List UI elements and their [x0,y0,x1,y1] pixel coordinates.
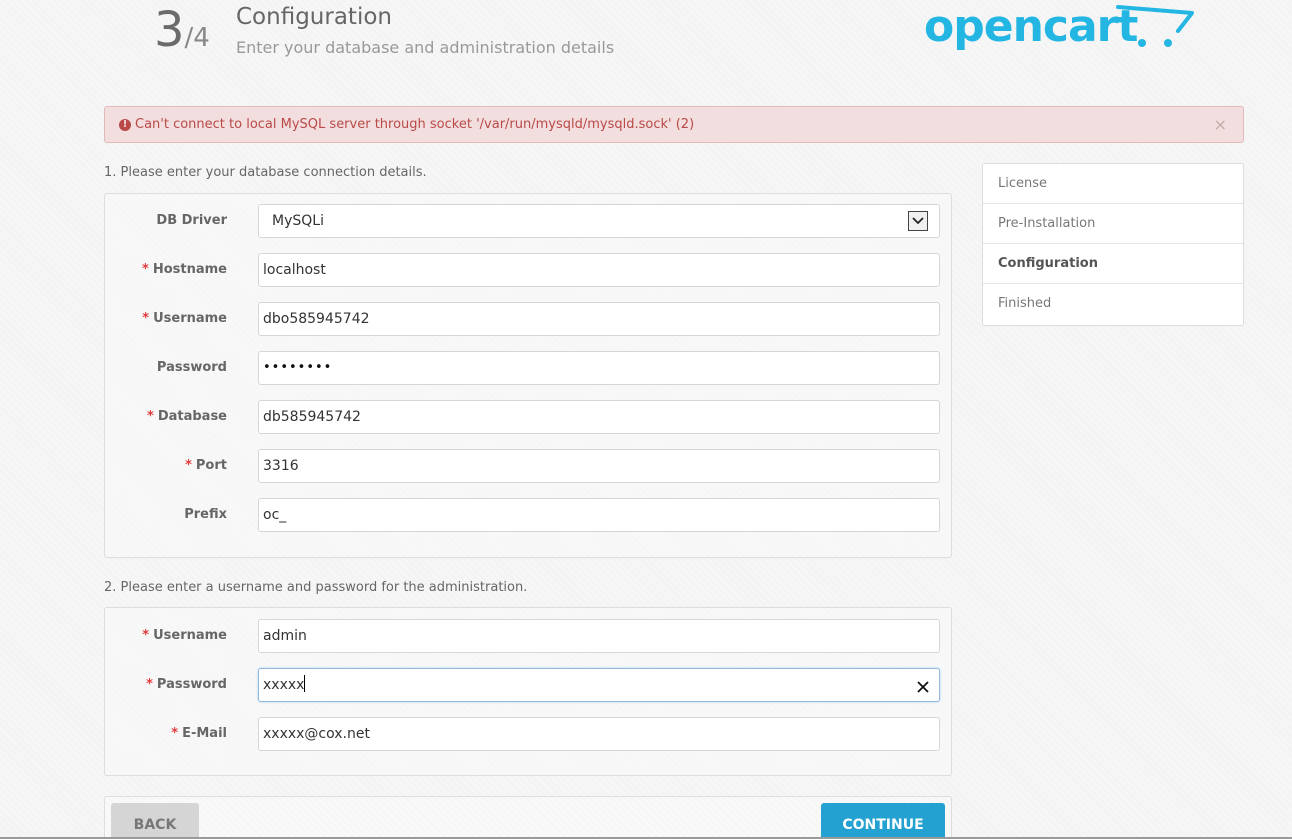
hostname-input[interactable]: localhost [258,253,940,287]
sidenav-item-configuration[interactable]: Configuration [983,244,1243,284]
sidenav-item-finished[interactable]: Finished [983,284,1243,324]
admin-password-row: * Password xxxxx [105,668,951,702]
db-username-input[interactable]: dbo585945742 [258,302,940,336]
button-bar: BACK CONTINUE [104,796,952,839]
alert-message: Can't connect to local MySQL server thro… [135,117,695,132]
db-driver-select[interactable]: MySQLi [258,204,940,238]
prefix-input[interactable]: oc_ [258,498,940,532]
database-name-input[interactable]: db585945742 [258,400,940,434]
page-subtitle: Enter your database and administration d… [236,38,615,57]
db-username-row: * Username dbo585945742 [105,302,951,336]
chevron-down-icon[interactable] [908,211,928,231]
install-steps-nav: License Pre-Installation Configuration F… [982,163,1244,326]
port-row: * Port 3316 [105,449,951,483]
admin-username-input[interactable]: admin [258,619,940,653]
opencart-logo[interactable]: opencart [924,0,1199,60]
continue-button[interactable]: CONTINUE [821,803,945,839]
text-caret [304,675,306,692]
clear-icon[interactable] [915,676,931,694]
admin-password-value: xxxxx [263,677,305,693]
back-button[interactable]: BACK [111,803,199,839]
database-name-label: * Database [147,409,227,424]
hostname-label: * Hostname [142,262,227,277]
database-legend: 1. Please enter your database connection… [104,165,427,180]
cart-icon [1116,5,1194,47]
sidenav-item-license[interactable]: License [983,164,1243,204]
db-password-label: Password [156,360,227,375]
error-alert: ! Can't connect to local MySQL server th… [104,106,1244,143]
database-name-row: * Database db585945742 [105,400,951,434]
admin-fieldset: * Username admin * Password xxxxx * E-Mail … [104,607,952,776]
db-driver-value: MySQLi [272,213,324,229]
admin-username-label: * Username [142,628,227,643]
admin-legend: 2. Please enter a username and password … [104,580,528,595]
page-title: Configuration [236,4,392,30]
prefix-label: Prefix [184,507,227,522]
admin-email-input[interactable]: xxxxx@cox.net [258,717,940,751]
admin-username-row: * Username admin [105,619,951,653]
admin-password-label: * Password [146,677,227,692]
sidenav-item-pre-installation[interactable]: Pre-Installation [983,204,1243,244]
admin-email-row: * E-Mail xxxxx@cox.net [105,717,951,751]
port-input[interactable]: 3316 [258,449,940,483]
hostname-row: * Hostname localhost [105,253,951,287]
step-total: /4 [184,23,210,53]
database-fieldset: DB Driver MySQLi * Hostname localhost * Us… [104,193,952,558]
logo-text: opencart [924,1,1138,52]
db-driver-row: DB Driver MySQLi [105,204,951,238]
step-indicator: 3 /4 [154,2,210,58]
db-password-row: Password •••••••• [105,351,951,385]
port-label: * Port [185,458,227,473]
db-driver-label: DB Driver [156,213,227,228]
db-username-label: * Username [142,311,227,326]
admin-password-input[interactable]: xxxxx [258,668,940,702]
exclamation-circle-icon: ! [119,118,131,131]
db-password-input[interactable]: •••••••• [258,351,940,385]
close-icon[interactable]: × [1214,115,1227,134]
prefix-row: Prefix oc_ [105,498,951,532]
admin-email-label: * E-Mail [171,726,227,741]
step-current: 3 [154,2,185,58]
